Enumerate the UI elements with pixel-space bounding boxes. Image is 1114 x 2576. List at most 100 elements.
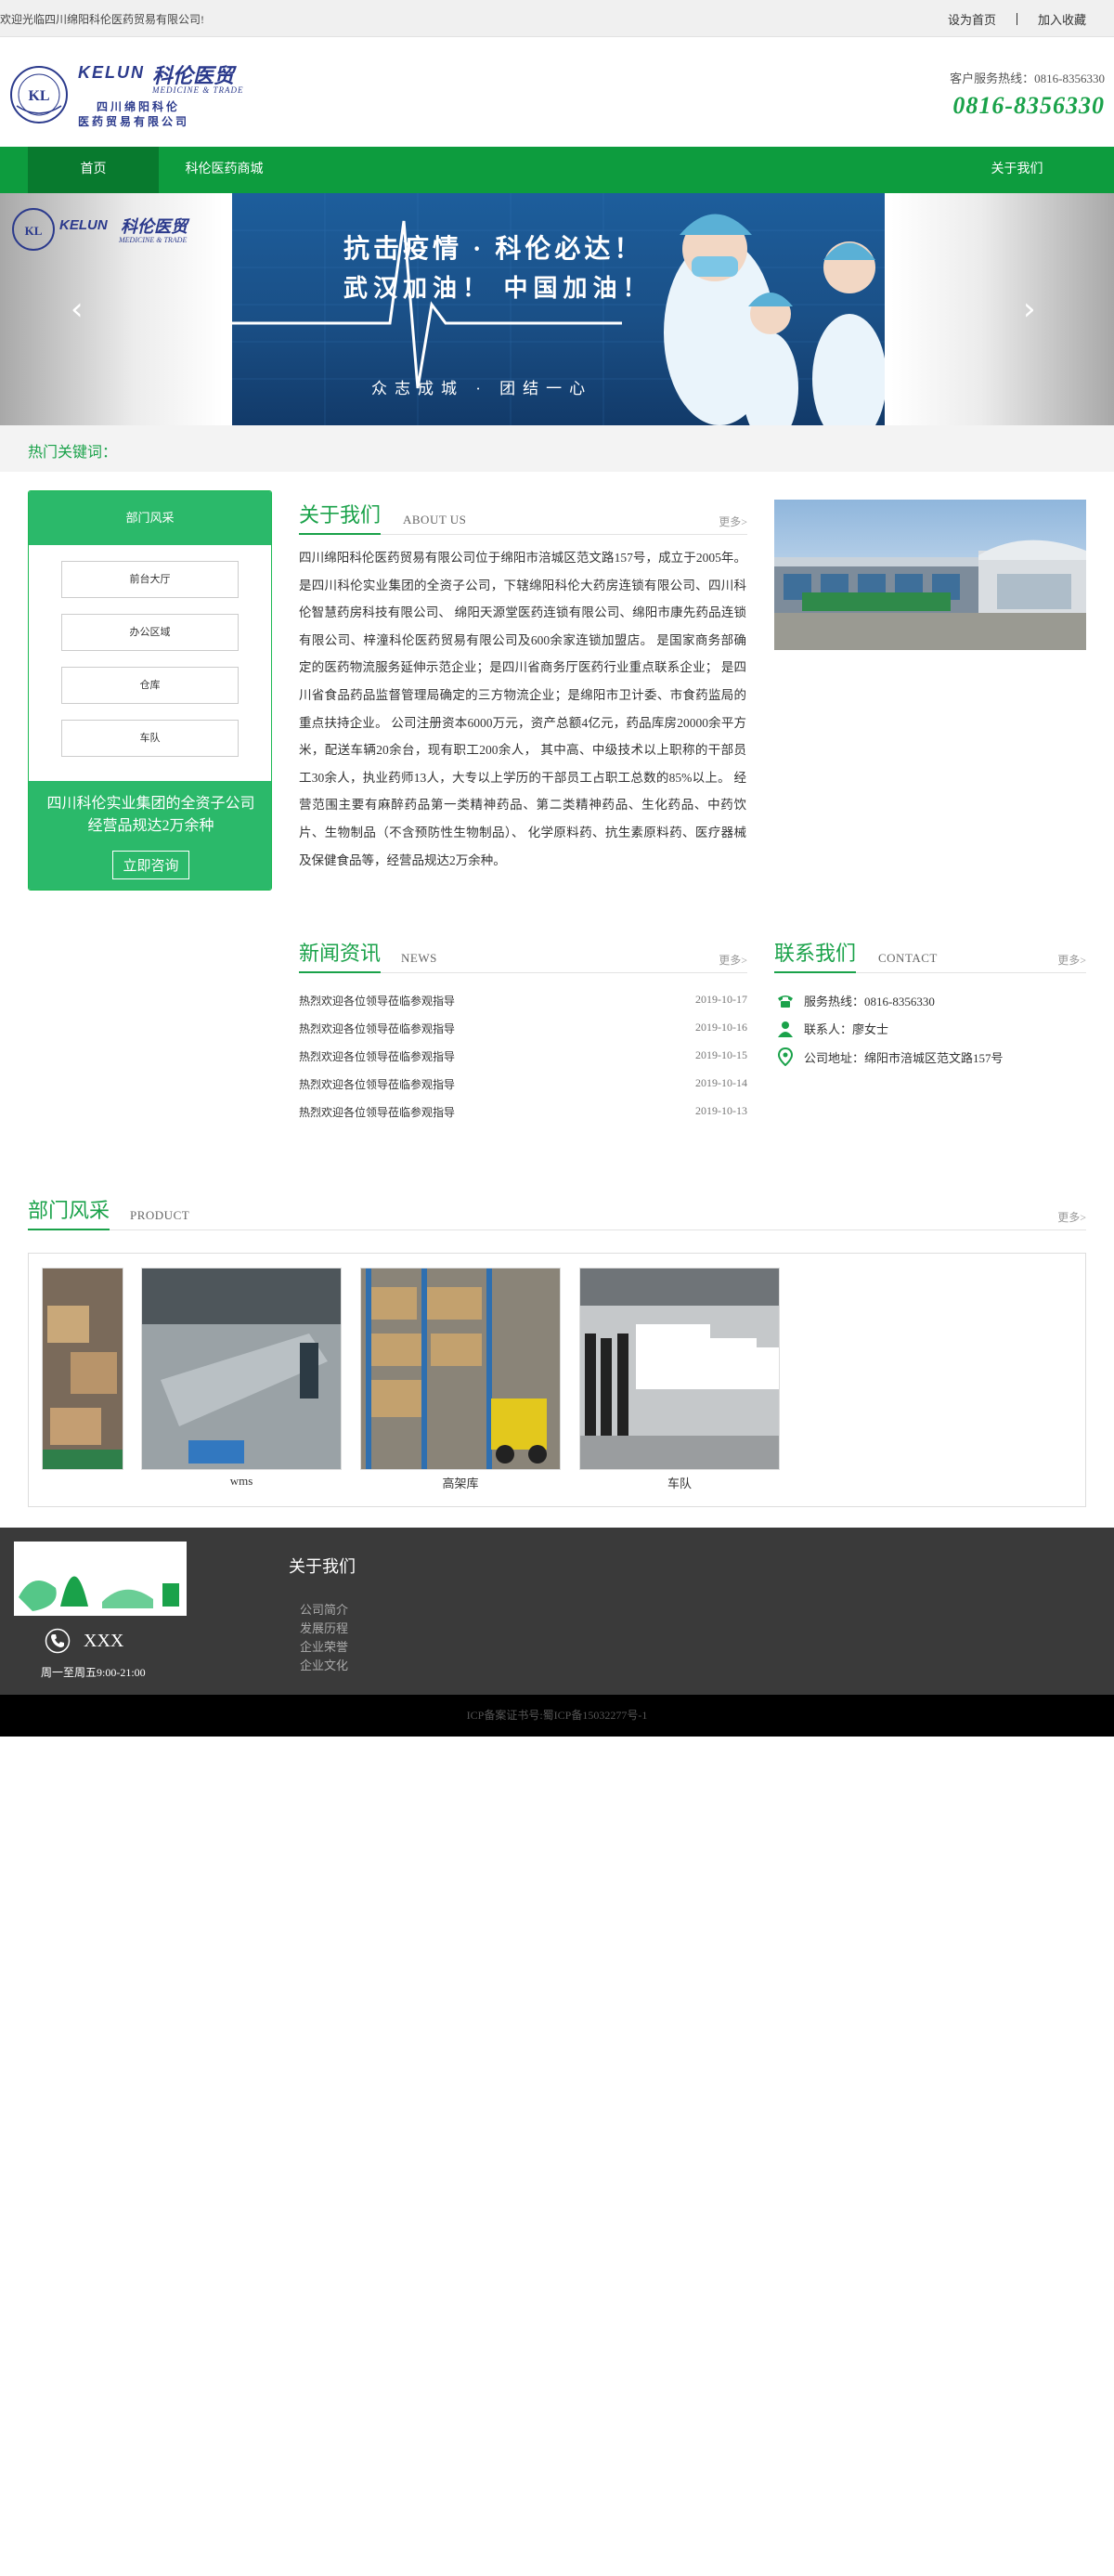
- banner-slogan-2: 武汉加油！ 中国加油！: [343, 275, 653, 302]
- banner-image: 抗击疫情 · 科伦必达！ 武汉加油！ 中国加油！ 众志成城 · 团结一心: [232, 193, 885, 425]
- product-image[interactable]: [579, 1268, 780, 1470]
- banner-logo-sub-en: MEDICINE & TRADE: [119, 236, 188, 244]
- news-item-title[interactable]: 热烈欢迎各位领导莅临参观指导: [299, 1078, 455, 1091]
- contact-address-row: 公司地址：绵阳市涪城区范文路157号: [776, 1047, 1004, 1066]
- product-caption: wms: [229, 1474, 253, 1488]
- sidebar-title: 部门风采: [29, 491, 271, 545]
- footer-logo: [14, 1542, 187, 1616]
- icp-bar: ICP备案证书号:蜀ICP备15032277号-1: [0, 1695, 1114, 1737]
- phone-icon: [45, 1628, 71, 1654]
- consult-button[interactable]: 立即咨询: [112, 851, 189, 879]
- product-image[interactable]: [141, 1268, 342, 1470]
- about-text: 四川绵阳科伦医药贸易有限公司位于绵阳市涪城区范文路157号，成立于2005年。 …: [299, 551, 746, 867]
- logo-text: KELUN 科伦医贸 MEDICINE & TRADE 四 川 绵 阳 科 伦 …: [78, 63, 264, 130]
- product-caption: 车队: [667, 1477, 692, 1490]
- nav-about[interactable]: 关于我们: [952, 147, 1082, 193]
- site-header: KL KELUN 科伦医贸 MEDICINE & TRADE 四 川 绵 阳 科…: [0, 37, 1114, 147]
- footer-phone-number: XXX: [84, 1630, 124, 1651]
- product-image[interactable]: [360, 1268, 561, 1470]
- banner-slogan-3: 众志成城 · 团结一心: [371, 380, 593, 397]
- sidebar-item-office[interactable]: 办公区域: [61, 614, 239, 651]
- news-more-link[interactable]: 更多>: [719, 952, 747, 968]
- about-title: 关于我们: [299, 503, 382, 535]
- sidebar-item-warehouse[interactable]: 仓库: [61, 667, 239, 704]
- contact-heading: 联系我们 CONTACT 更多>: [774, 936, 1086, 973]
- hotline-number: 0816-8356330: [952, 92, 1105, 119]
- product-image[interactable]: [42, 1268, 123, 1470]
- about-en: ABOUT US: [403, 513, 467, 527]
- hot-keywords-label: 热门关键词：: [28, 445, 118, 461]
- contact-title: 联系我们: [774, 942, 857, 973]
- logo-line1: 四 川 绵 阳 科 伦: [97, 100, 178, 113]
- footer-link-honors[interactable]: 企业荣誉: [300, 1637, 348, 1655]
- top-links: 设为首页 加入收藏: [948, 10, 1086, 28]
- company-building-image: [774, 500, 1086, 650]
- logo-sub-en: MEDICINE & TRADE: [152, 85, 244, 95]
- footer-link-history[interactable]: 发展历程: [300, 1619, 348, 1636]
- news-item-title[interactable]: 热烈欢迎各位领导莅临参观指导: [299, 995, 455, 1008]
- footer-phone: XXX: [45, 1628, 123, 1654]
- banner-logo: KL KELUN 科伦医贸 MEDICINE & TRADE: [9, 204, 223, 255]
- about-heading: 关于我们 ABOUT US 更多>: [299, 498, 747, 535]
- news-item-date: 2019-10-15: [695, 1048, 747, 1061]
- person-icon: [778, 1021, 793, 1037]
- add-favorite-link[interactable]: 加入收藏: [1038, 10, 1086, 28]
- chevron-left-icon[interactable]: ‹: [71, 291, 84, 328]
- product-caption: 高架库: [442, 1477, 479, 1490]
- banner-logo-cn: 科伦医贸: [121, 217, 188, 236]
- news-item-title[interactable]: 热烈欢迎各位领导莅临参观指导: [299, 1022, 455, 1035]
- news-item-date: 2019-10-17: [695, 993, 747, 1006]
- top-bar: 欢迎光临四川绵阳科伦医药贸易有限公司! 设为首页 加入收藏: [0, 0, 1114, 37]
- banner-slogan-1: 抗击疫情 · 科伦必达！: [343, 235, 644, 264]
- news-item-title[interactable]: 热烈欢迎各位领导莅临参观指导: [299, 1050, 455, 1063]
- nav-home[interactable]: 首页: [28, 147, 159, 193]
- news-item-date: 2019-10-14: [695, 1076, 747, 1089]
- footer-link-profile[interactable]: 公司简介: [300, 1600, 348, 1618]
- promo-line-1: 四川科伦实业集团的全资子公司: [46, 796, 255, 812]
- contact-phone-row: 服务热线：0816-8356330: [776, 992, 935, 1009]
- footer: XXX 周一至周五9:00-21:00 关于我们 公司简介 发展历程 企业荣誉 …: [0, 1528, 1114, 1695]
- department-sidebar: 部门风采 前台大厅 办公区域 仓库 车队 四川科伦实业集团的全资子公司 经营品规…: [28, 490, 272, 891]
- footer-hours: 周一至周五9:00-21:00: [41, 1666, 146, 1679]
- footer-link-culture[interactable]: 企业文化: [300, 1656, 348, 1673]
- hero-banner[interactable]: KL KELUN 科伦医贸 MEDICINE & TRADE 抗击疫情 · 科伦…: [0, 193, 1114, 425]
- news-title: 新闻资讯: [299, 942, 382, 973]
- news-en: NEWS: [401, 951, 437, 965]
- contact-phone: 服务热线：0816-8356330: [804, 995, 935, 1008]
- hotline-label: 客户服务热线：0816-8356330: [950, 72, 1105, 85]
- news-heading: 新闻资讯 NEWS 更多>: [299, 936, 747, 973]
- news-item[interactable]: 热烈欢迎各位领导莅临参观指导 2019-10-16: [299, 1021, 747, 1048]
- location-pin-icon: [777, 1047, 794, 1066]
- main-nav: 首页 科伦医药商城 关于我们: [0, 147, 1114, 193]
- sidebar-promo: 四川科伦实业集团的全资子公司 经营品规达2万余种 立即咨询: [29, 781, 271, 890]
- news-item-date: 2019-10-16: [695, 1021, 747, 1034]
- set-home-link[interactable]: 设为首页: [948, 10, 996, 28]
- product-heading: 部门风采 PRODUCT 更多>: [28, 1193, 1086, 1230]
- product-title: 部门风采: [28, 1199, 110, 1230]
- news-item[interactable]: 热烈欢迎各位领导莅临参观指导 2019-10-17: [299, 993, 747, 1021]
- news-item[interactable]: 热烈欢迎各位领导莅临参观指导 2019-10-14: [299, 1076, 747, 1104]
- sidebar-item-fleet[interactable]: 车队: [61, 720, 239, 757]
- sidebar-item-lobby[interactable]: 前台大厅: [61, 561, 239, 598]
- news-item-title[interactable]: 热烈欢迎各位领导莅临参观指导: [299, 1106, 455, 1119]
- logo-line2: 医 药 贸 易 有 限 公 司: [78, 115, 188, 128]
- contact-person-row: 联系人：廖女士: [776, 1020, 888, 1037]
- svg-text:KL: KL: [28, 88, 49, 104]
- chevron-right-icon[interactable]: ›: [1023, 291, 1036, 328]
- contact-address: 公司地址：绵阳市涪城区范文路157号: [804, 1050, 1004, 1065]
- phone-icon: [778, 995, 793, 1008]
- banner-logo-en: KELUN: [59, 217, 108, 233]
- product-more-link[interactable]: 更多>: [1057, 1209, 1086, 1225]
- contact-more-link[interactable]: 更多>: [1057, 952, 1086, 968]
- footer-about-title: 关于我们: [289, 1557, 356, 1576]
- hot-keywords-bar: 热门关键词：: [0, 425, 1114, 472]
- product-gallery: wms 高架库 车队: [28, 1253, 1086, 1507]
- news-item[interactable]: 热烈欢迎各位领导莅临参观指导 2019-10-15: [299, 1048, 747, 1076]
- nav-mall[interactable]: 科伦医药商城: [159, 147, 290, 193]
- news-item[interactable]: 热烈欢迎各位领导莅临参观指导 2019-10-13: [299, 1104, 747, 1132]
- contact-person: 联系人：廖女士: [804, 1022, 889, 1036]
- contact-en: CONTACT: [878, 951, 938, 965]
- logo-en: KELUN: [78, 63, 145, 82]
- promo-line-2: 经营品规达2万余种: [87, 818, 214, 834]
- about-more-link[interactable]: 更多>: [719, 514, 747, 529]
